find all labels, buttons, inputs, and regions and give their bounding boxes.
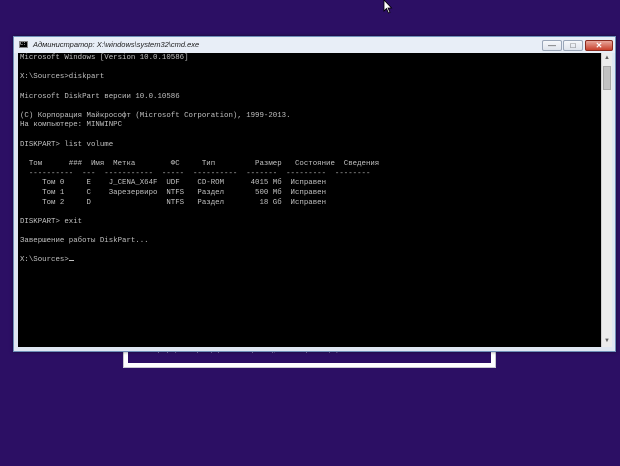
cmd-window[interactable]: C:\ Администратор: X:\windows\system32\c… (13, 36, 616, 352)
console-line: X:\Sources> (20, 256, 601, 266)
scroll-down-icon[interactable]: ▼ (602, 336, 612, 347)
console-text: Microsoft Windows [Version 10.0.10586] X:… (18, 53, 601, 266)
cmd-icon[interactable]: C:\ (19, 41, 28, 48)
vertical-scrollbar[interactable]: ▲ ▼ (601, 53, 612, 347)
minimize-button[interactable]: — (542, 40, 562, 51)
mouse-pointer-icon (383, 0, 393, 14)
console-line: Том ### Имя Метка ФС Тип Размер Состояни… (20, 160, 380, 169)
console-line: (C) Корпорация Майкрософт (Microsoft Cor… (20, 111, 291, 120)
console-line: DISKPART> list volume (20, 140, 114, 149)
console-line: X:\Sources>diskpart (20, 73, 105, 82)
title-bar[interactable]: C:\ Администратор: X:\windows\system32\c… (14, 37, 615, 53)
console-line: Microsoft DiskPart версии 10.0.10586 (20, 92, 180, 101)
maximize-icon: □ (570, 41, 576, 50)
console-line: ---------- --- ----------- ----- -------… (20, 169, 371, 178)
close-icon: ✕ (595, 41, 603, 50)
maximize-button[interactable]: □ (563, 40, 583, 51)
scroll-up-icon[interactable]: ▲ (602, 53, 612, 64)
text-cursor (68, 259, 74, 262)
console-line: Том 0 E J_CENA_X64F UDF CD-ROM 4015 Мб И… (20, 179, 327, 188)
console-line: DISKPART> exit (20, 217, 83, 226)
console-line: Том 2 D NTFS Раздел 18 Gб Исправен (20, 198, 327, 207)
console-line: Microsoft Windows [Version 10.0.10586] (20, 54, 189, 62)
scrollbar-thumb[interactable] (603, 66, 611, 90)
console-line: Том 1 C Зарезервиро NTFS Раздел 500 Мб И… (20, 188, 327, 197)
close-button[interactable]: ✕ (585, 40, 613, 51)
window-title: Администратор: X:\windows\system32\cmd.e… (33, 40, 200, 49)
console-line: На компьютере: MINWINPC (20, 121, 123, 130)
console-output[interactable]: Microsoft Windows [Version 10.0.10586] X:… (18, 53, 601, 347)
minimize-icon: — (548, 41, 556, 50)
console-line: Завершение работы DiskPart... (20, 237, 149, 246)
